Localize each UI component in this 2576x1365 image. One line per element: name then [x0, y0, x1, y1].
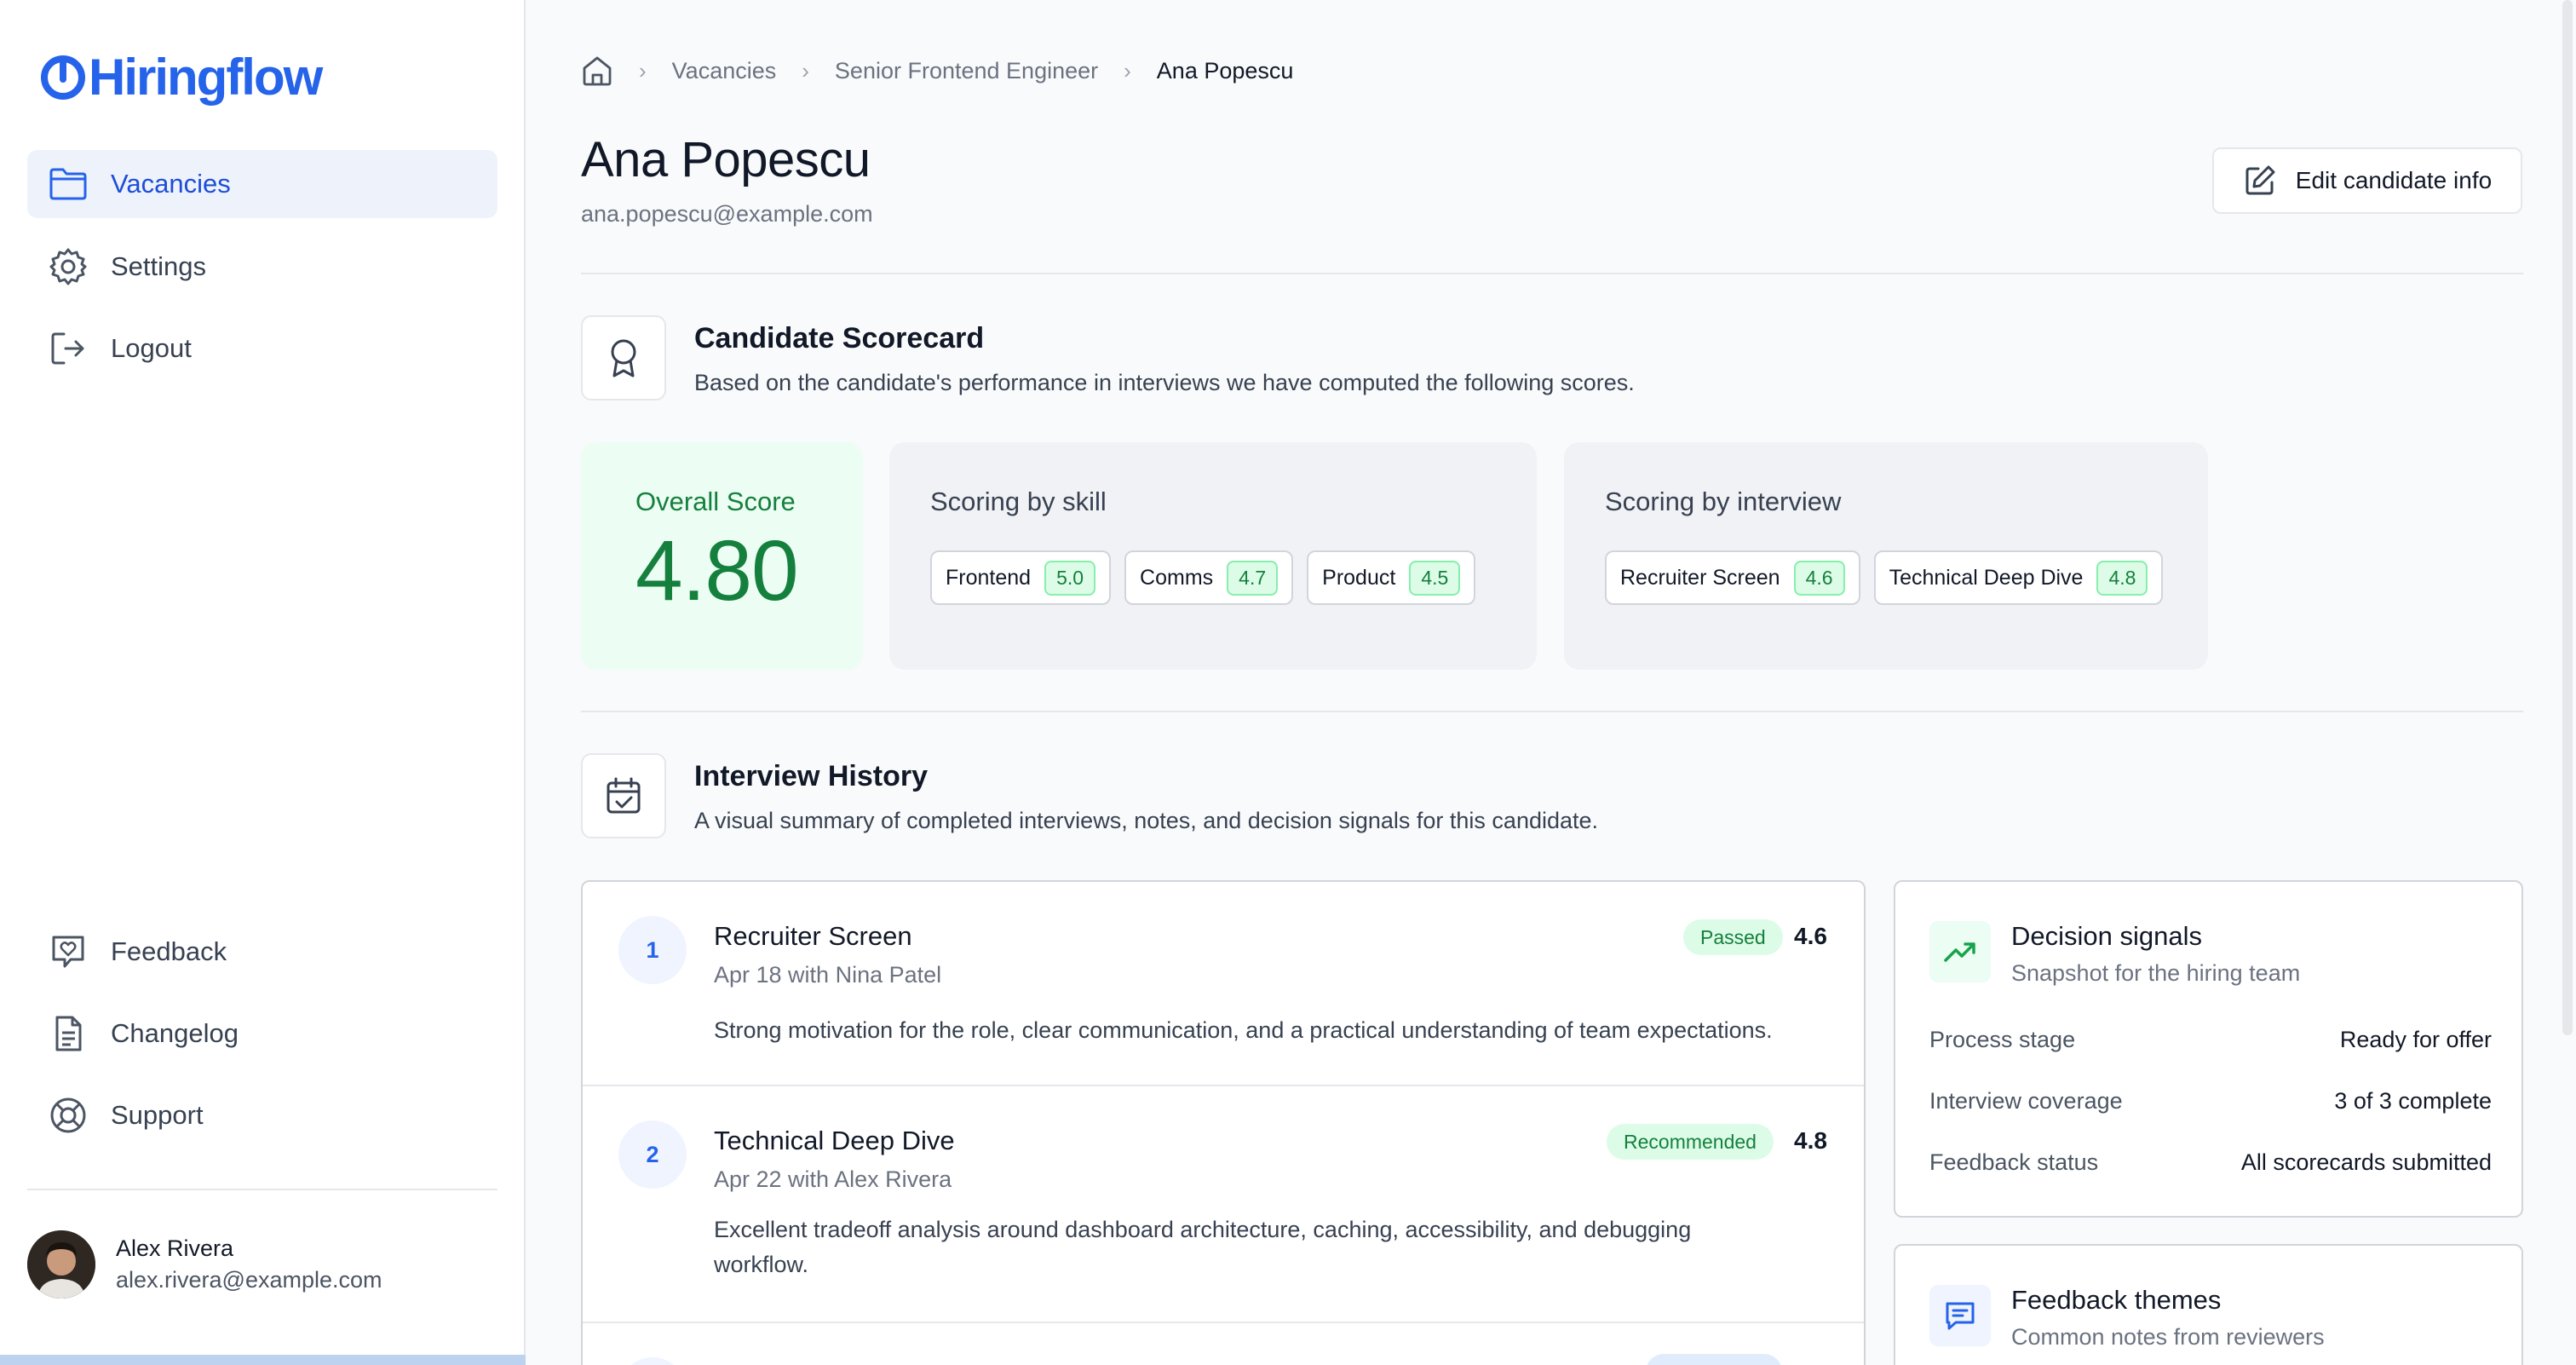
chevron-right-icon: ›	[1124, 57, 1131, 84]
message-icon	[1929, 1285, 1991, 1346]
sidebar-item-vacancies[interactable]: Vacancies	[27, 150, 497, 218]
calendar-check-icon	[581, 753, 666, 838]
feedback-themes-subtitle: Common notes from reviewers	[2011, 1324, 2325, 1350]
sidebar-item-label: Vacancies	[111, 169, 231, 199]
status-badge: Passed	[1683, 919, 1783, 955]
interview-note: Strong motivation for the role, clear co…	[714, 1017, 1773, 1043]
status-badge	[1646, 1354, 1782, 1365]
award-icon	[581, 315, 666, 400]
home-icon[interactable]	[581, 55, 613, 87]
skill-chip: Comms 4.7	[1124, 550, 1294, 605]
avatar	[27, 1230, 95, 1299]
score-pill: 4.6	[1793, 560, 1845, 596]
chevron-right-icon: ›	[802, 57, 809, 84]
user-name: Alex Rivera	[116, 1235, 234, 1261]
overall-score-label: Overall Score	[635, 487, 796, 516]
overall-score-card: Overall Score 4.80	[581, 442, 863, 670]
signal-row: Process stage Ready for offer	[1929, 1027, 2492, 1052]
history-title: Interview History	[694, 760, 928, 792]
score-pill: 5.0	[1044, 560, 1096, 596]
interview-date: Apr 18 with Nina Patel	[714, 962, 942, 988]
sidebar-bottom-bar	[0, 1355, 526, 1365]
sidebar-item-label: Support	[111, 1100, 204, 1130]
trending-up-icon	[1929, 921, 1991, 982]
sidebar-divider	[27, 1189, 497, 1190]
interview-title: Technical Deep Dive	[714, 1126, 955, 1155]
interview-number	[618, 1357, 687, 1365]
interview-score: 4.6	[1794, 923, 1827, 949]
signal-row: Feedback status All scorecards submitted	[1929, 1149, 2492, 1175]
score-pill: 4.7	[1227, 560, 1279, 596]
breadcrumb-current: Ana Popescu	[1156, 57, 1294, 84]
signal-row: Interview coverage 3 of 3 complete	[1929, 1088, 2492, 1114]
divider	[581, 711, 2523, 712]
user-profile[interactable]: Alex Rivera alex.rivera@example.com	[27, 1230, 382, 1299]
sidebar-item-feedback[interactable]: Feedback	[27, 918, 497, 986]
edit-candidate-label: Edit candidate info	[2295, 167, 2493, 193]
folder-icon	[48, 164, 89, 204]
skill-chip: Frontend 5.0	[930, 550, 1112, 605]
chevron-right-icon: ›	[639, 57, 647, 84]
sidebar-item-changelog[interactable]: Changelog	[27, 999, 497, 1068]
interview-chip: Recruiter Screen 4.6	[1605, 550, 1860, 605]
history-subtitle: A visual summary of completed interviews…	[694, 808, 1599, 833]
status-badge: Recommended	[1607, 1124, 1774, 1160]
scoring-by-skill-panel: Scoring by skill Frontend 5.0 Comms 4.7 Pr…	[889, 442, 1537, 670]
decision-signals-card: Decision signals Snapshot for the hiring…	[1894, 880, 2523, 1218]
lifebuoy-icon	[48, 1095, 89, 1136]
interview-note: Excellent tradeoff analysis around dashb…	[714, 1217, 1692, 1277]
panel-title: Scoring by skill	[930, 487, 1107, 516]
decision-signals-title: Decision signals	[2011, 921, 2202, 951]
interview-history-list: 1 Recruiter Screen Apr 18 with Nina Pate…	[581, 880, 1866, 1365]
interview-score: 4.8	[1794, 1127, 1827, 1154]
decision-signals-subtitle: Snapshot for the hiring team	[2011, 960, 2301, 986]
list-item[interactable]: 2 Technical Deep Dive Apr 22 with Alex R…	[583, 1086, 1864, 1322]
divider	[581, 273, 2523, 274]
breadcrumb-vacancies[interactable]: Vacancies	[672, 58, 777, 84]
feedback-themes-card: Feedback themes Common notes from review…	[1894, 1244, 2523, 1365]
logout-icon	[48, 328, 89, 369]
interview-date: Apr 22 with Alex Rivera	[714, 1166, 952, 1192]
logo-text: Hiringflow	[89, 49, 323, 106]
logo[interactable]: Hiringflow	[39, 48, 323, 107]
sidebar-item-logout[interactable]: Logout	[27, 314, 497, 383]
sidebar: Hiringflow Vacancies Settings Logout Fee…	[0, 0, 526, 1365]
scrollbar[interactable]	[2562, 0, 2573, 1035]
main-content: › Vacancies › Senior Frontend Engineer ›…	[581, 0, 2523, 1365]
candidate-email: ana.popescu@example.com	[581, 201, 873, 227]
breadcrumb-vacancy[interactable]: Senior Frontend Engineer	[835, 58, 1098, 84]
scoring-by-interview-panel: Scoring by interview Recruiter Screen 4.6…	[1564, 442, 2208, 670]
edit-candidate-button[interactable]: Edit candidate info	[2212, 147, 2522, 214]
edit-icon	[2243, 164, 2277, 198]
interview-number: 1	[618, 916, 687, 984]
scorecard-subtitle: Based on the candidate's performance in …	[694, 370, 1635, 395]
sidebar-item-label: Feedback	[111, 936, 227, 966]
gear-icon	[48, 246, 89, 287]
user-email: alex.rivera@example.com	[116, 1267, 382, 1293]
heart-message-icon	[48, 931, 89, 972]
interview-chip: Technical Deep Dive 4.8	[1873, 550, 2164, 605]
list-item[interactable]	[583, 1323, 1864, 1365]
interview-number: 2	[618, 1120, 687, 1189]
sidebar-item-label: Logout	[111, 333, 192, 363]
scorecard-title: Candidate Scorecard	[694, 322, 985, 354]
page-title: Ana Popescu	[581, 132, 871, 187]
sidebar-item-label: Settings	[111, 251, 207, 281]
interview-title: Recruiter Screen	[714, 921, 912, 951]
sidebar-item-settings[interactable]: Settings	[27, 233, 497, 301]
logo-icon	[41, 55, 85, 100]
score-pill: 4.8	[2096, 560, 2148, 596]
breadcrumb: › Vacancies › Senior Frontend Engineer ›…	[581, 55, 1293, 87]
sidebar-item-support[interactable]: Support	[27, 1081, 497, 1149]
list-item[interactable]: 1 Recruiter Screen Apr 18 with Nina Pate…	[583, 882, 1864, 1085]
sidebar-item-label: Changelog	[111, 1018, 239, 1048]
document-icon	[48, 1013, 89, 1054]
overall-score-value: 4.80	[635, 523, 799, 619]
score-pill: 4.5	[1409, 560, 1461, 596]
panel-title: Scoring by interview	[1605, 487, 1842, 516]
feedback-themes-title: Feedback themes	[2011, 1285, 2222, 1315]
skill-chip: Product 4.5	[1307, 550, 1476, 605]
